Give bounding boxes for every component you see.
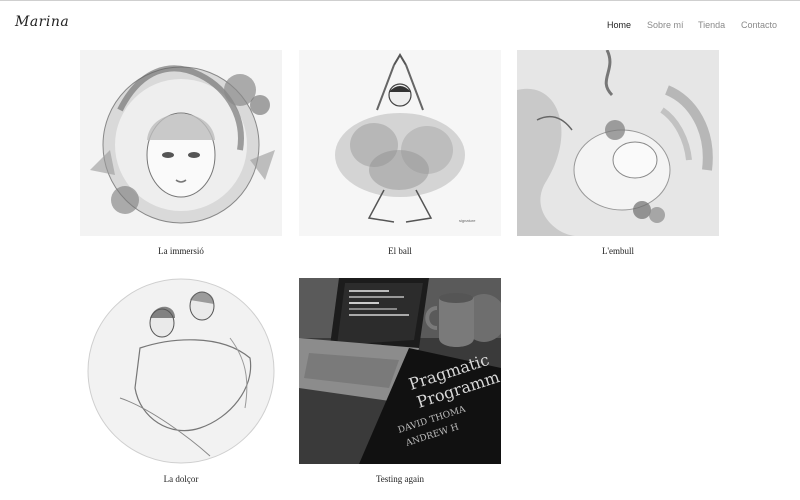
artwork-illustration (517, 50, 719, 236)
nav-sobre-mi[interactable]: Sobre mí (647, 20, 684, 30)
artwork-image[interactable]: Pragmatic Programm DAVID THOMA ANDREW H (299, 278, 501, 464)
gallery-item-lembull[interactable]: L'embull (517, 50, 719, 256)
nav-contacto[interactable]: Contacto (741, 20, 777, 30)
main-nav: Home Sobre mí Tienda Contacto (0, 20, 800, 34)
artwork-illustration (80, 50, 282, 236)
gallery-item-la-dolcor[interactable]: La dolçor (80, 278, 282, 484)
photo-laptop-book-mug: Pragmatic Programm DAVID THOMA ANDREW H (299, 278, 501, 464)
gallery-item-la-immersio[interactable]: La immersió (80, 50, 282, 256)
artwork-image[interactable] (80, 50, 282, 236)
artwork-image[interactable] (80, 278, 282, 464)
artwork-illustration (80, 278, 282, 464)
artwork-illustration: signature (299, 50, 501, 236)
artwork-title[interactable]: La dolçor (80, 474, 282, 484)
nav-tienda[interactable]: Tienda (698, 20, 725, 30)
gallery-item-el-ball[interactable]: signature El ball (299, 50, 501, 256)
artwork-title[interactable]: El ball (299, 246, 501, 256)
gallery-item-testing-again[interactable]: Pragmatic Programm DAVID THOMA ANDREW H … (299, 278, 501, 484)
artwork-image[interactable]: signature (299, 50, 501, 236)
svg-text:signature: signature (459, 218, 476, 223)
top-border (0, 0, 800, 1)
artwork-title[interactable]: La immersió (80, 246, 282, 256)
artwork-title[interactable]: L'embull (517, 246, 719, 256)
nav-home[interactable]: Home (607, 20, 631, 30)
artwork-title[interactable]: Testing again (299, 474, 501, 484)
artwork-image[interactable] (517, 50, 719, 236)
